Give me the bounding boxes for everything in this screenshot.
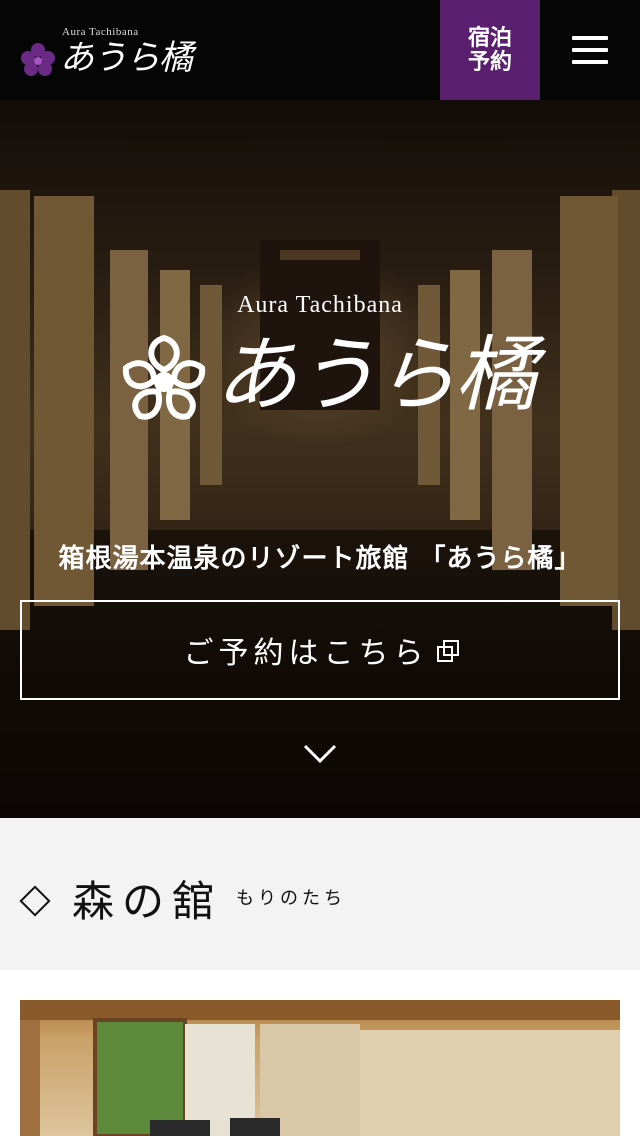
logo-subtitle: Aura Tachibana bbox=[62, 26, 139, 38]
hero-banner: Aura Tachibana あうら橘 箱根湯本温泉のリゾート旅館 「あうら橘」… bbox=[0, 100, 640, 818]
logo-title: あうら橘 bbox=[60, 38, 193, 78]
hero-brand-subtitle: Aura Tachibana bbox=[237, 292, 403, 318]
reserve-label-line2: 予約 bbox=[467, 49, 512, 75]
section-reading: もりのたち bbox=[236, 888, 346, 909]
hero-brand-title: あうら橘 bbox=[215, 328, 537, 423]
external-link-icon bbox=[436, 640, 459, 662]
reservation-cta-button[interactable]: ご予約はこちら bbox=[20, 600, 620, 700]
section-header: 森の舘 もりのたち bbox=[0, 820, 640, 970]
flower-emblem-icon bbox=[122, 334, 206, 420]
logo[interactable]: Aura Tachibana あうら橘 bbox=[20, 26, 200, 84]
chevron-down-icon[interactable] bbox=[302, 742, 338, 766]
site-header: Aura Tachibana あうら橘 宿泊 予約 bbox=[0, 0, 640, 100]
reserve-label-line1: 宿泊 bbox=[467, 25, 512, 51]
section-title: 森の舘 bbox=[72, 877, 223, 926]
room-image bbox=[20, 1000, 620, 1136]
hero-tagline: 箱根湯本温泉のリゾート旅館 「あうら橘」 bbox=[58, 544, 582, 574]
flower-logo-icon bbox=[21, 43, 55, 76]
hamburger-icon[interactable] bbox=[560, 28, 620, 72]
room-photo bbox=[20, 1000, 620, 1136]
reservation-cta-label: ご予約はこちら bbox=[183, 636, 429, 671]
reserve-button[interactable]: 宿泊 予約 bbox=[440, 0, 540, 100]
diamond-icon bbox=[19, 885, 51, 917]
hero-background-image bbox=[0, 100, 640, 818]
